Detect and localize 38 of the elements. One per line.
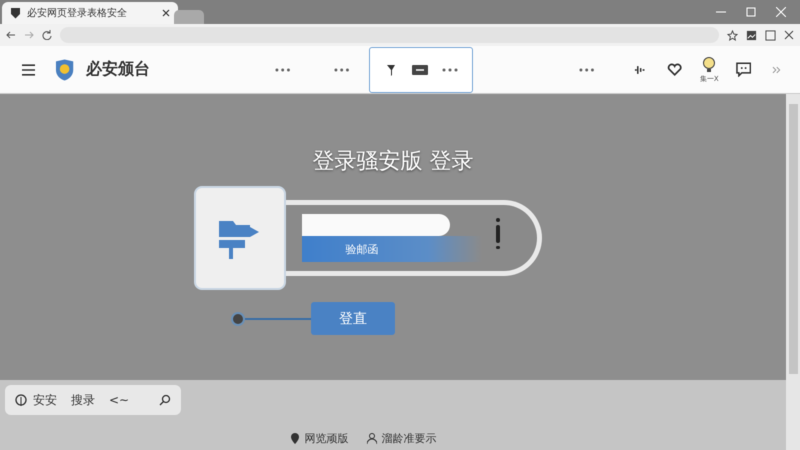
lightbulb-icon[interactable] [702,56,716,74]
more-icon[interactable] [442,68,458,72]
submit-button[interactable]: 登直 [311,302,395,335]
footer-link[interactable]: 网览顽版 [290,431,348,446]
window-icon[interactable] [765,30,776,40]
toggle-icon[interactable] [412,64,428,76]
toolbar-label[interactable]: 安安 [33,392,57,408]
more-icon[interactable] [274,68,290,72]
forward-icon[interactable] [772,66,782,74]
more-icon[interactable] [334,68,350,72]
more-icon[interactable] [578,68,594,72]
maximize-icon[interactable] [746,7,756,17]
heart-icon[interactable] [667,62,683,76]
back-icon[interactable] [6,30,16,40]
chat-icon[interactable] [736,62,752,77]
star-icon[interactable] [727,30,738,40]
close-icon[interactable] [784,30,794,40]
indicator-icon [496,218,500,248]
browser-tab[interactable]: 必安网页登录表格安全 [2,2,178,24]
input-field[interactable] [302,214,450,236]
menu-icon[interactable] [22,64,36,76]
footer-link[interactable]: 溜龄准要示 [366,431,436,446]
shield-icon [10,7,21,19]
shield-icon [54,58,74,82]
search-icon[interactable] [159,394,171,406]
field-label: 验邮函 [346,242,378,256]
close-icon[interactable] [162,9,170,17]
picture-icon[interactable] [746,30,757,40]
connector-line [245,318,311,320]
reload-icon[interactable] [42,30,52,40]
connector-knob [231,312,245,326]
toolbar-label[interactable]: 搜录 [71,392,95,408]
tab-title: 必安网页登录表格安全 [27,6,128,20]
person-icon [366,433,376,444]
page-title: 登录骚安版 登录 [312,148,474,176]
scrollbar[interactable] [786,94,800,450]
toolbar-label[interactable]: <~ [109,393,130,407]
logo-text: 必安颁台 [86,59,150,80]
